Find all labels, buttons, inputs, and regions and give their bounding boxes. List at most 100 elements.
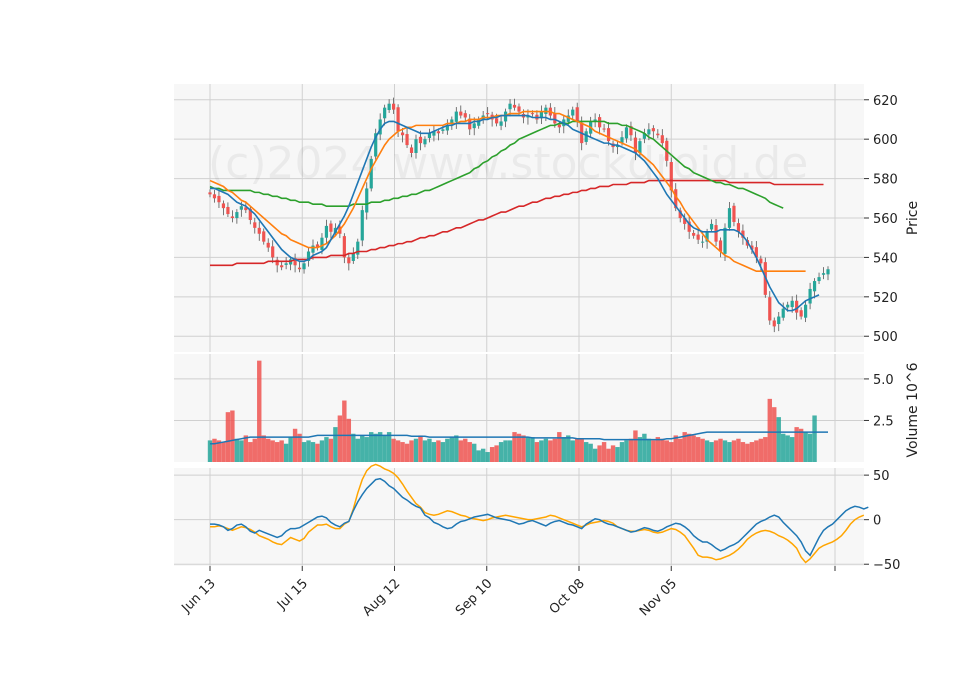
price-tick-label: 600 xyxy=(873,133,898,148)
volume-bar xyxy=(449,437,455,462)
x-tick-label: Jun 13 xyxy=(179,576,219,616)
candle-body xyxy=(463,113,467,118)
candle-body xyxy=(454,111,458,122)
volume-bar xyxy=(789,437,795,462)
candle-body xyxy=(284,263,288,265)
volume-bar xyxy=(507,440,513,462)
candle-body xyxy=(781,308,785,318)
volume-bar xyxy=(212,438,217,462)
volume-bar xyxy=(243,435,249,462)
candle-body xyxy=(799,310,803,317)
volume-bar xyxy=(713,440,719,462)
volume-bar xyxy=(480,448,486,462)
candle-body xyxy=(360,210,364,241)
volume-bar xyxy=(427,438,432,462)
candle-body xyxy=(817,277,821,282)
candle-body xyxy=(217,195,221,203)
candle-body xyxy=(418,136,423,144)
volume-bar xyxy=(552,438,558,462)
volume-bar xyxy=(472,443,477,462)
candle-body xyxy=(324,225,329,238)
volume-bar xyxy=(548,440,553,462)
volume-bar xyxy=(745,443,750,462)
volume-bar xyxy=(575,438,580,462)
candle-body xyxy=(257,227,261,234)
volume-bar xyxy=(686,433,692,462)
candle-body xyxy=(821,273,826,275)
volume-bar xyxy=(297,433,302,462)
candle-body xyxy=(230,216,234,218)
candle-body xyxy=(512,104,517,108)
candle-body xyxy=(266,242,270,248)
volume-bar xyxy=(583,442,589,462)
candle-body xyxy=(423,139,427,145)
stock-chart: (c)2024 www.stockdroid.de Jun 13 Jul 15 Au… xyxy=(0,0,960,690)
volume-bar xyxy=(767,398,772,462)
x-tick-label: Oct 08 xyxy=(547,576,588,617)
volume-bar xyxy=(404,443,410,462)
candle-body xyxy=(651,128,655,132)
oscillator-tick-label: −50 xyxy=(873,558,900,573)
volume-bar xyxy=(252,438,257,462)
volume-bar xyxy=(579,438,584,462)
volume-bar xyxy=(521,435,526,462)
volume-bar xyxy=(391,438,396,462)
volume-bar xyxy=(673,435,678,462)
price-tick-label: 560 xyxy=(873,212,898,227)
volume-bar xyxy=(328,438,334,462)
x-tick-label: Aug 12 xyxy=(360,576,403,619)
candle-body xyxy=(392,103,396,110)
x-tick-label: Nov 05 xyxy=(637,576,680,619)
volume-bar xyxy=(709,442,714,462)
volume-bar xyxy=(400,442,405,462)
volume-bar xyxy=(283,443,289,462)
volume-bar xyxy=(386,432,392,462)
volume-bar xyxy=(454,435,459,462)
candle-body xyxy=(660,135,664,144)
candle-body xyxy=(553,113,557,124)
volume-bar xyxy=(624,440,629,462)
price-axis-title: Price xyxy=(905,201,921,235)
volume-bar xyxy=(776,417,781,462)
volume-bar xyxy=(798,428,804,462)
volume-bar xyxy=(373,433,378,462)
volume-bar xyxy=(664,440,669,462)
volume-bar xyxy=(655,437,661,462)
volume-bar xyxy=(382,435,387,462)
volume-bar xyxy=(700,438,705,462)
volume-bar xyxy=(436,440,441,462)
candle-body xyxy=(790,300,794,308)
volume-bar xyxy=(494,445,499,462)
volume-bar xyxy=(422,440,428,462)
candle-body xyxy=(786,304,790,308)
panel-background-2 xyxy=(174,468,864,566)
candle-body xyxy=(253,222,257,228)
price-tick-label: 540 xyxy=(873,251,898,266)
candle-body xyxy=(351,253,355,261)
oscillator-tick-label: 0 xyxy=(873,514,881,529)
volume-bar xyxy=(315,443,320,462)
candle-body xyxy=(692,232,696,236)
volume-bar xyxy=(628,438,634,462)
volume-bar xyxy=(740,442,746,462)
x-tick-label: Sep 10 xyxy=(453,576,496,619)
volume-bar xyxy=(292,428,298,462)
volume-bar xyxy=(369,432,374,462)
volume-bar xyxy=(646,438,652,462)
volume-bar xyxy=(597,445,602,462)
volume-bar xyxy=(360,435,365,462)
oscillator-tick-label: 50 xyxy=(873,469,890,484)
price-tick-label: 580 xyxy=(873,173,898,188)
volume-bar xyxy=(781,433,786,462)
volume-bar xyxy=(642,433,647,462)
volume-bar xyxy=(463,438,468,462)
candle-body xyxy=(723,227,727,254)
volume-bar xyxy=(431,442,437,462)
candle-body xyxy=(759,258,763,264)
candle-body xyxy=(396,107,400,132)
candle-body xyxy=(486,113,490,115)
volume-bar xyxy=(476,450,481,462)
volume-bar xyxy=(718,438,723,462)
volume-bar xyxy=(561,437,566,462)
chart-canvas: (c)2024 www.stockdroid.de Jun 13 Jul 15 Au… xyxy=(174,84,921,619)
